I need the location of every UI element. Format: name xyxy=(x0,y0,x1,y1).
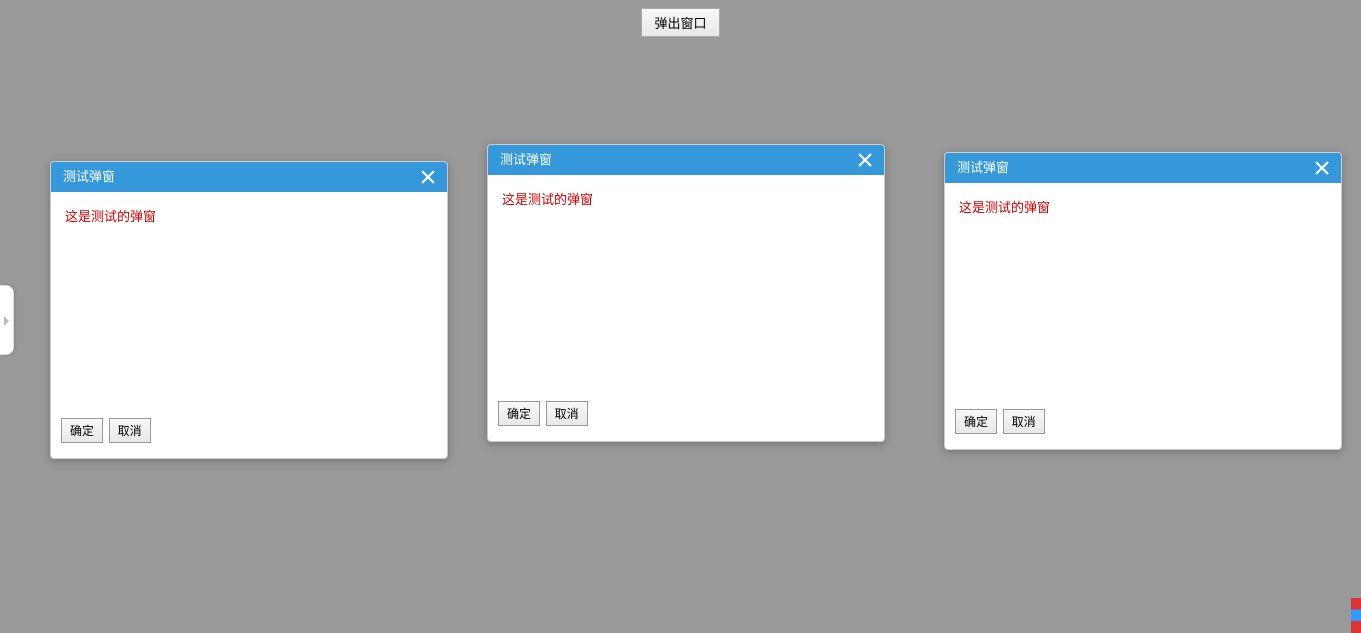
cancel-button[interactable]: 取消 xyxy=(546,401,588,426)
dialog-title-bar[interactable]: 测试弹窗 xyxy=(945,153,1341,183)
top-button-area: 弹出窗口 xyxy=(0,0,1361,37)
close-icon[interactable] xyxy=(1309,153,1335,183)
dialog-window: 测试弹窗 这是测试的弹窗 确定 取消 xyxy=(50,161,448,459)
dialog-footer: 确定 取消 xyxy=(945,409,1341,444)
dialog-body: 这是测试的弹窗 xyxy=(945,183,1341,409)
dialog-content-text: 这是测试的弹窗 xyxy=(502,192,593,207)
dialog-body: 这是测试的弹窗 xyxy=(488,175,884,401)
dialog-title-text: 测试弹窗 xyxy=(500,152,552,167)
dialog-title-bar[interactable]: 测试弹窗 xyxy=(51,162,447,192)
dialog-footer: 确定 取消 xyxy=(51,418,447,453)
dialog-content-text: 这是测试的弹窗 xyxy=(959,200,1050,215)
ok-button[interactable]: 确定 xyxy=(498,401,540,426)
dialog-footer: 确定 取消 xyxy=(488,401,884,436)
ok-button[interactable]: 确定 xyxy=(61,418,103,443)
open-popup-button[interactable]: 弹出窗口 xyxy=(641,8,719,37)
dialog-body: 这是测试的弹窗 xyxy=(51,192,447,418)
ok-button[interactable]: 确定 xyxy=(955,409,997,434)
dialog-window: 测试弹窗 这是测试的弹窗 确定 取消 xyxy=(944,152,1342,450)
cancel-button[interactable]: 取消 xyxy=(109,418,151,443)
corner-widget[interactable] xyxy=(1351,598,1361,633)
cancel-button[interactable]: 取消 xyxy=(1003,409,1045,434)
dialog-title-bar[interactable]: 测试弹窗 xyxy=(488,145,884,175)
close-icon[interactable] xyxy=(415,162,441,192)
dialog-content-text: 这是测试的弹窗 xyxy=(65,209,156,224)
close-icon[interactable] xyxy=(852,145,878,175)
dialog-title-text: 测试弹窗 xyxy=(63,169,115,184)
dialog-window: 测试弹窗 这是测试的弹窗 确定 取消 xyxy=(487,144,885,442)
side-expand-handle[interactable] xyxy=(0,285,14,355)
dialog-title-text: 测试弹窗 xyxy=(957,160,1009,175)
